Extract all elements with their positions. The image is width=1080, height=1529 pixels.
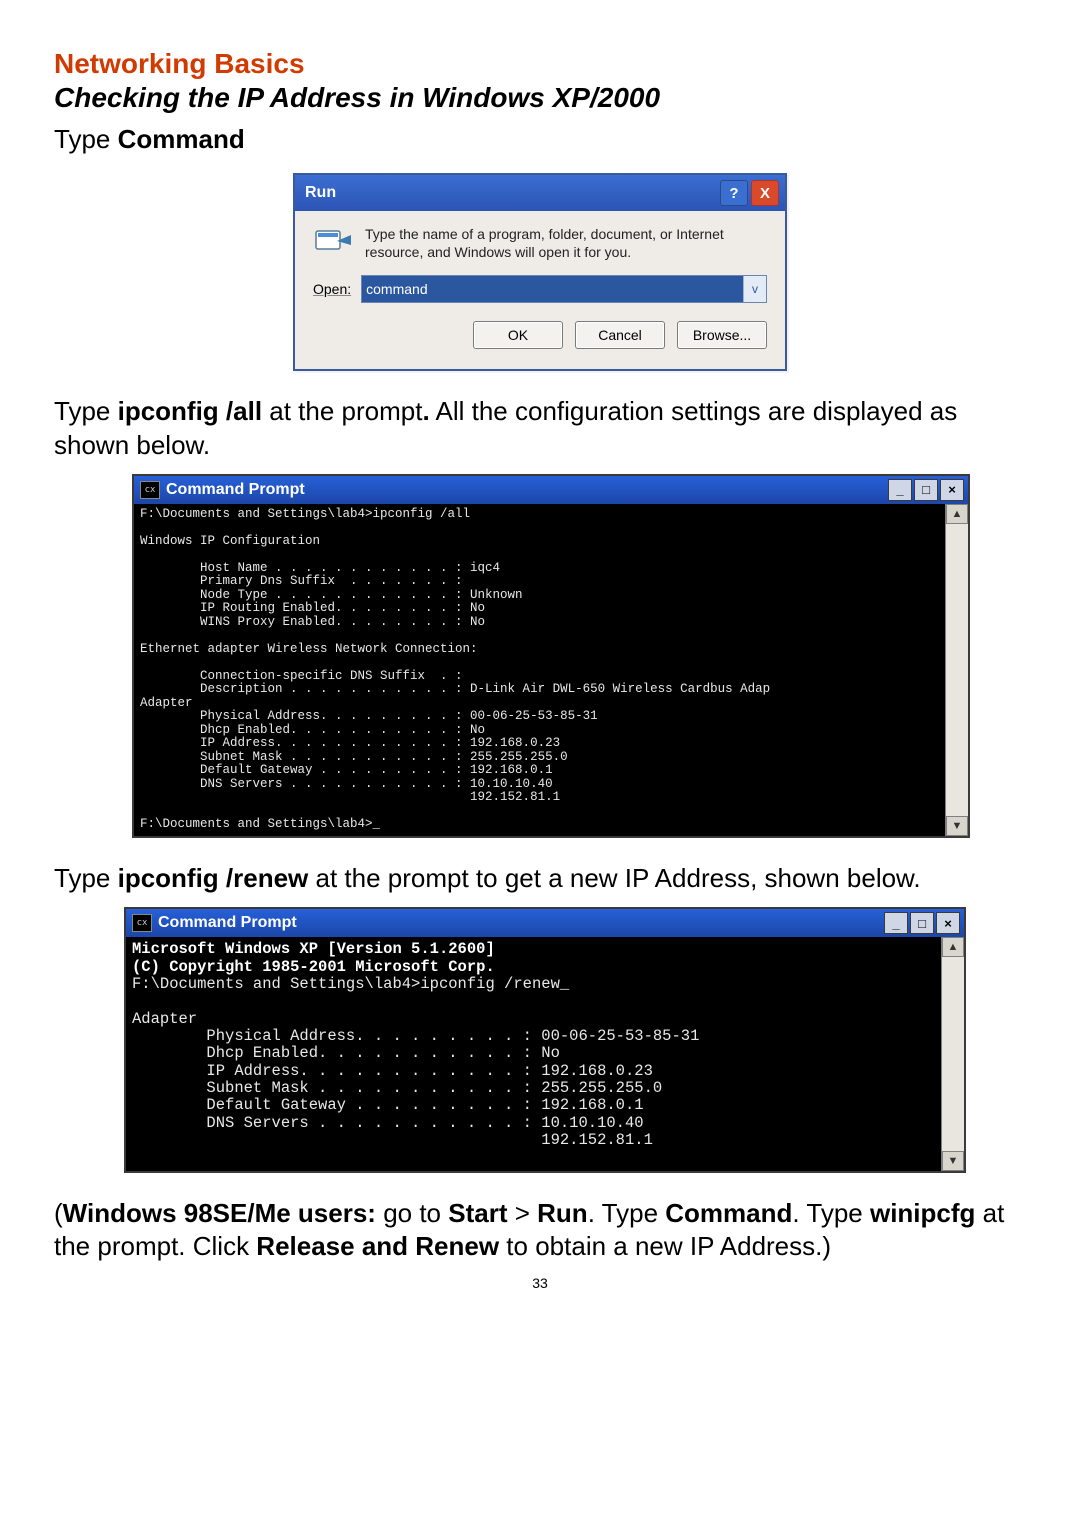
open-input[interactable] — [362, 276, 743, 302]
cmd-titlebar: cx Command Prompt _ □ × — [126, 909, 964, 937]
close-button[interactable]: × — [936, 912, 960, 934]
run-dialog: Run ? X Type the name of a program, fold… — [293, 173, 787, 371]
type-label: Type — [54, 124, 118, 154]
close-button[interactable]: × — [940, 479, 964, 501]
scrollbar[interactable]: ▲ ▼ — [941, 937, 964, 1171]
text: to obtain a new IP Address.) — [499, 1231, 831, 1261]
minimize-button[interactable]: _ — [884, 912, 908, 934]
cmd-icon: cx — [140, 481, 160, 499]
cmd-bold: ipconfig /all — [118, 396, 262, 426]
run-description: Type the name of a program, folder, docu… — [365, 225, 767, 261]
cmd-title: Command Prompt — [158, 914, 297, 932]
instruction-ipconfig-all: Type ipconfig /all at the prompt. All th… — [54, 395, 1026, 462]
cmd-output: F:\Documents and Settings\lab4>ipconfig … — [134, 504, 945, 836]
cmd-header-line: (C) Copyright 1985-2001 Microsoft Corp. — [132, 958, 495, 976]
command-prompt-window-2: cx Command Prompt _ □ × Microsoft Window… — [124, 907, 966, 1173]
text-bold: Command — [665, 1198, 792, 1228]
run-title: Run — [305, 184, 336, 202]
cmd-header-line: Microsoft Windows XP [Version 5.1.2600] — [132, 940, 495, 958]
cancel-button[interactable]: Cancel — [575, 321, 665, 349]
open-combobox[interactable]: v — [361, 275, 767, 303]
text: Type — [54, 396, 118, 426]
close-button[interactable]: X — [751, 180, 779, 206]
type-command-line: Type Command — [54, 124, 1026, 155]
section-title: Networking Basics — [54, 48, 1026, 80]
text-bold: winipcfg — [870, 1198, 975, 1228]
scroll-up-icon[interactable]: ▲ — [942, 937, 964, 957]
minimize-button[interactable]: _ — [888, 479, 912, 501]
text: . Type — [792, 1198, 870, 1228]
maximize-button[interactable]: □ — [914, 479, 938, 501]
scroll-down-icon[interactable]: ▼ — [946, 816, 968, 836]
text: at the prompt — [262, 396, 422, 426]
scrollbar[interactable]: ▲ ▼ — [945, 504, 968, 836]
command-prompt-window-1: cx Command Prompt _ □ × F:\Documents and… — [132, 474, 970, 838]
cmd-bold: ipconfig /renew — [118, 863, 309, 893]
text: . Type — [588, 1198, 666, 1228]
text: go to — [376, 1198, 448, 1228]
help-button[interactable]: ? — [720, 180, 748, 206]
maximize-button[interactable]: □ — [910, 912, 934, 934]
text-bold: Windows 98SE/Me users: — [63, 1198, 376, 1228]
note-win98-me: (Windows 98SE/Me users: go to Start > Ru… — [54, 1197, 1026, 1264]
text: > — [508, 1198, 538, 1228]
cmd-title: Command Prompt — [166, 481, 305, 499]
cmd-icon: cx — [132, 914, 152, 932]
cmd-output: Microsoft Windows XP [Version 5.1.2600] … — [126, 937, 941, 1171]
scroll-down-icon[interactable]: ▼ — [942, 1151, 964, 1171]
run-icon — [313, 225, 353, 259]
scroll-up-icon[interactable]: ▲ — [946, 504, 968, 524]
page: Networking Basics Checking the IP Addres… — [0, 0, 1080, 1331]
ok-button[interactable]: OK — [473, 321, 563, 349]
text-bold: Run — [537, 1198, 588, 1228]
text: . — [422, 396, 429, 426]
instruction-ipconfig-renew: Type ipconfig /renew at the prompt to ge… — [54, 862, 1026, 895]
text-bold: Release and Renew — [256, 1231, 499, 1261]
text: ( — [54, 1198, 63, 1228]
open-label: Open: — [313, 281, 351, 297]
text: at the prompt to get a new IP Address, s… — [308, 863, 920, 893]
text: Type — [54, 863, 118, 893]
text-bold: Start — [448, 1198, 507, 1228]
run-titlebar: Run ? X — [295, 175, 785, 211]
cmd-body-text: F:\Documents and Settings\lab4>ipconfig … — [132, 975, 699, 1149]
browse-button[interactable]: Browse... — [677, 321, 767, 349]
cmd-titlebar: cx Command Prompt _ □ × — [134, 476, 968, 504]
subtitle: Checking the IP Address in Windows XP/20… — [54, 82, 1026, 114]
dropdown-arrow-icon[interactable]: v — [743, 276, 766, 302]
run-dialog-body: Type the name of a program, folder, docu… — [295, 211, 785, 369]
page-number: 33 — [54, 1275, 1026, 1291]
type-bold: Command — [118, 124, 245, 154]
